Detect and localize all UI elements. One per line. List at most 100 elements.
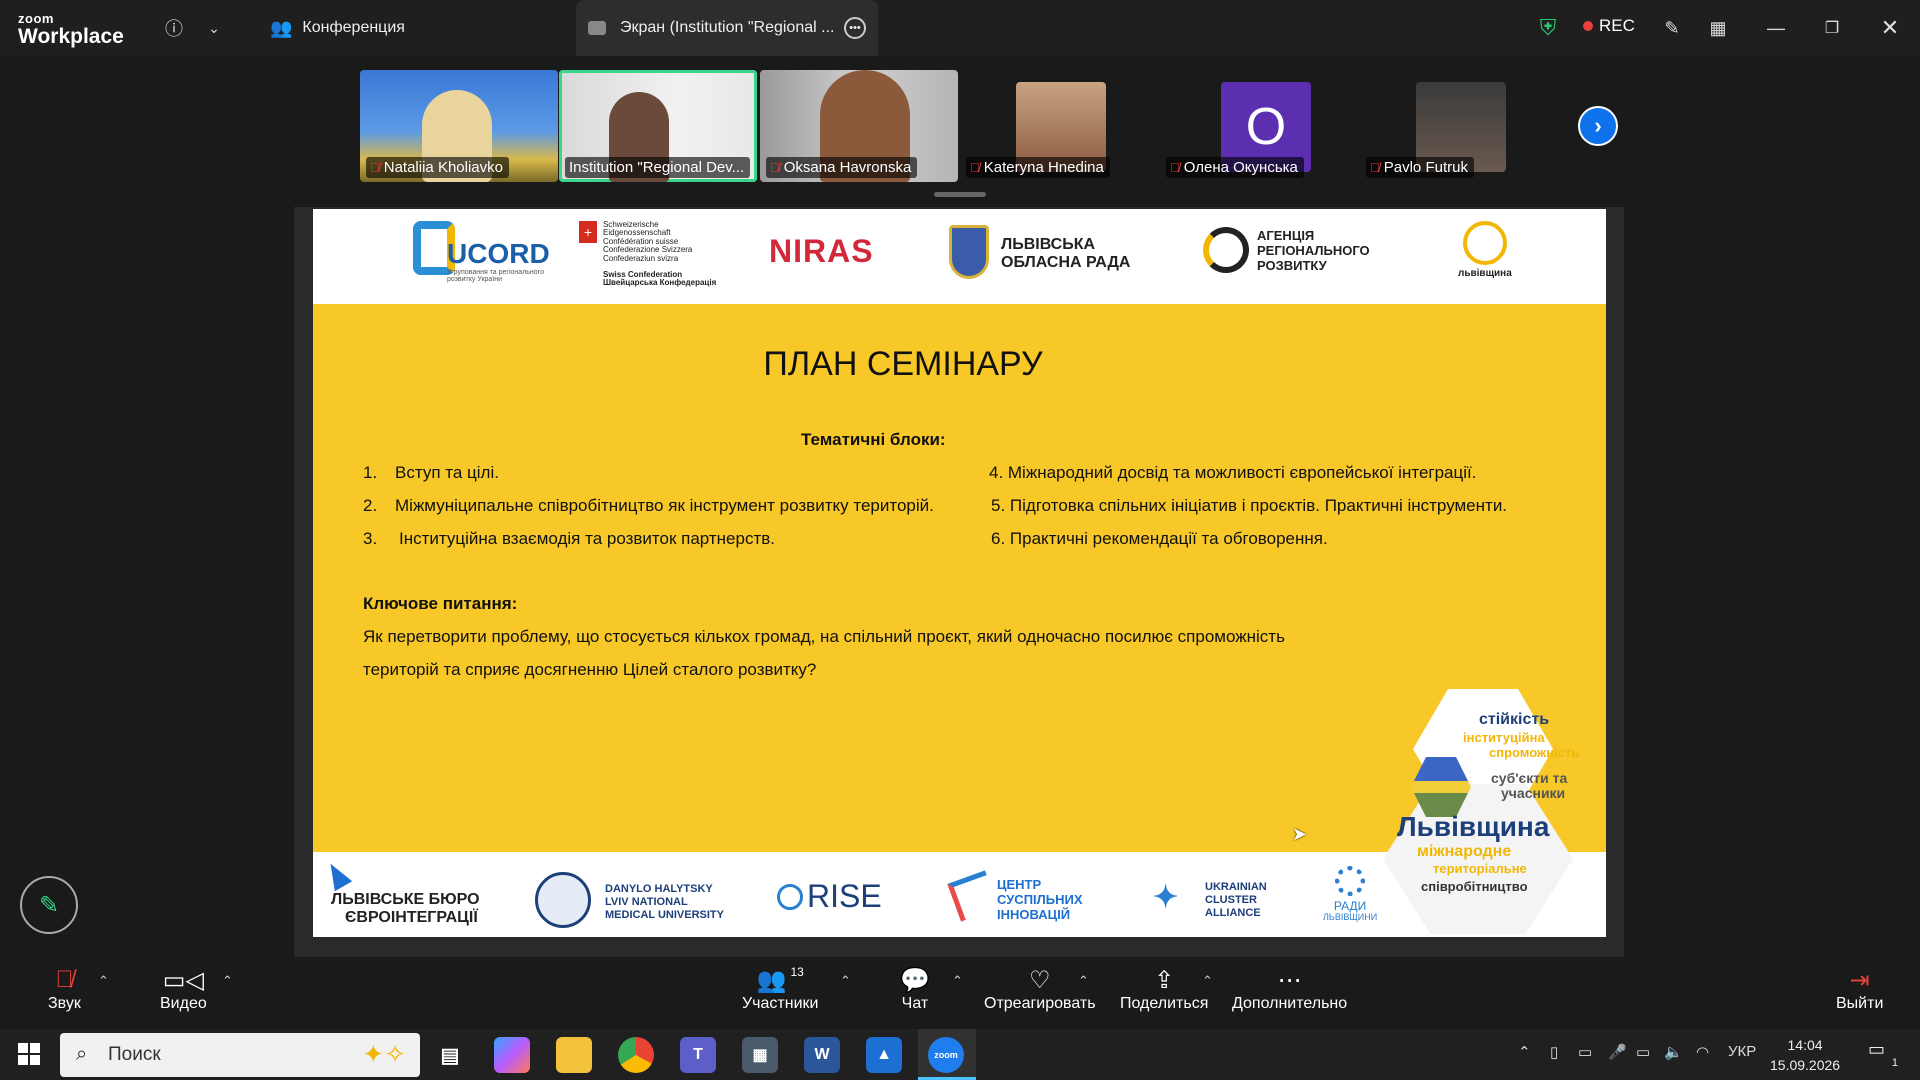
recording-indicator[interactable]: REC: [1583, 16, 1635, 36]
hex-word: суб'єкти та: [1491, 770, 1568, 786]
share-button[interactable]: ⇪ Поделиться: [1120, 965, 1208, 1013]
remote-desktop-icon[interactable]: ▲: [866, 1037, 902, 1073]
key-question-line: територій та сприяє досягненню Цілей ста…: [363, 660, 817, 679]
agenda-item-left: 3. Інституційна взаємодія та розвиток пар…: [363, 529, 775, 549]
lvivshchyna-text: львівщина: [1458, 268, 1512, 279]
lvivshchyna-logo: львівщина: [1458, 221, 1512, 280]
participant-tile[interactable]: O 🎙̸ Олена Окунська: [1160, 70, 1358, 182]
next-page-button[interactable]: ›: [1578, 106, 1618, 146]
cooperation-hex-graphic: стійкість інституційна спроможність суб'…: [1383, 689, 1606, 937]
lviv-rada-line: ОБЛАСНА РАДА: [1001, 254, 1131, 271]
participants-button[interactable]: 👥 13 Участники: [742, 965, 818, 1013]
tab-conference-label: Конференция: [302, 19, 405, 36]
annotate-icon[interactable]: ✎: [1658, 14, 1686, 42]
minimize-icon[interactable]: —: [1762, 14, 1790, 42]
swiss-cross-icon: +: [579, 221, 597, 243]
notifications-button[interactable]: ▭ 1: [1868, 1039, 1898, 1069]
windows-start-icon[interactable]: [18, 1043, 40, 1065]
volume-icon[interactable]: 🔈: [1664, 1043, 1683, 1061]
share-screen-icon: ⇪: [1154, 966, 1175, 994]
participant-tile[interactable]: 🎙̸ Pavlo Futruk: [1360, 70, 1558, 182]
ucord-text: UCORD: [447, 238, 550, 269]
audio-label: Звук: [48, 995, 81, 1012]
video-button[interactable]: ▭◁ Видео: [160, 965, 207, 1013]
brand-bottom: Workplace: [18, 25, 124, 48]
more-options-icon[interactable]: •••: [844, 17, 866, 39]
mic-muted-icon: 🎙̸: [1370, 160, 1380, 175]
participant-strip: 🎙̸ Nataliia Kholiavko Institution "Region…: [0, 56, 1920, 196]
hex-word: спроможність: [1489, 745, 1580, 760]
rec-label: REC: [1599, 16, 1635, 35]
chevron-down-icon[interactable]: ⌄: [200, 14, 228, 42]
windows-taskbar: ⌕ Поиск ✦✧ ▤ T ▦ W ▲ zoom ⌃ ▯ ▭ 🎤 ▭ 🔈 ◠ …: [0, 1029, 1920, 1080]
close-icon[interactable]: ✕: [1876, 14, 1904, 42]
wifi-icon[interactable]: ◠: [1696, 1043, 1709, 1061]
participant-tile-active-speaker[interactable]: Institution "Regional Dev...: [559, 70, 757, 182]
language-indicator[interactable]: УКР: [1728, 1043, 1756, 1060]
start-tile: [30, 1055, 40, 1065]
participant-name: Oksana Havronska: [783, 159, 912, 176]
microphone-icon[interactable]: 🎤: [1608, 1043, 1627, 1061]
word-icon[interactable]: W: [804, 1037, 840, 1073]
security-shield-icon[interactable]: ⛨: [1534, 14, 1562, 42]
swiss-text: Schweizerische Eidgenossenschaft Confédé…: [603, 220, 719, 288]
leave-button[interactable]: ⇥ Выйти: [1836, 965, 1883, 1013]
share-options-caret-icon[interactable]: ⌃: [1202, 973, 1213, 989]
device-icon[interactable]: ▯: [1550, 1043, 1558, 1061]
lviv-coat-of-arms-icon: [949, 225, 989, 279]
layout-grid-icon[interactable]: ▦: [1704, 14, 1732, 42]
chevron-right-icon: ›: [1594, 113, 1602, 138]
audio-button[interactable]: 🎙̸ Звук: [48, 965, 81, 1013]
participant-tile[interactable]: 🎙̸ Oksana Havronska: [760, 70, 958, 182]
participants-options-caret-icon[interactable]: ⌃: [840, 973, 851, 989]
chat-button[interactable]: 💬 Чат: [900, 965, 930, 1013]
lbe-line: ЄВРОІНТЕГРАЦІЇ: [345, 909, 478, 926]
ucord-subtext: Угруповання та регіонального розвитку Ук…: [447, 269, 544, 284]
chrome-icon[interactable]: [618, 1037, 654, 1073]
resize-handle[interactable]: [934, 192, 986, 197]
rady-line: РАДИ: [1333, 899, 1367, 913]
participant-name-tag: 🎙̸ Олена Окунська: [1166, 157, 1304, 178]
tab-screen-share[interactable]: Экран (Institution "Regional ... •••: [576, 0, 878, 56]
sponsor-logos-top: UCORD Угруповання та регіонального розви…: [313, 209, 1606, 304]
annotation-pencil-button[interactable]: ✎: [20, 876, 78, 934]
file-explorer-icon[interactable]: [556, 1037, 592, 1073]
task-view-icon[interactable]: ▤: [432, 1037, 468, 1073]
tray-overflow-chevron-icon[interactable]: ⌃: [1518, 1043, 1531, 1061]
video-camera-icon: ▭◁: [162, 966, 204, 994]
agency-line: АГЕНЦІЯ: [1257, 228, 1315, 243]
participant-tile[interactable]: 🎙̸ Nataliia Kholiavko: [360, 70, 558, 182]
taskbar-search[interactable]: ⌕ Поиск ✦✧: [60, 1033, 420, 1077]
mic-muted-icon: 🎙̸: [1170, 160, 1180, 175]
notification-bubble-icon: ▭: [1868, 1039, 1886, 1059]
calculator-icon[interactable]: ▦: [742, 1037, 778, 1073]
copilot-icon[interactable]: [494, 1037, 530, 1073]
tab-conference[interactable]: 👥 Конференция: [258, 0, 417, 56]
clock-time: 14:04: [1787, 1037, 1823, 1053]
participant-tile[interactable]: 🎙̸ Kateryna Hnedina: [960, 70, 1158, 182]
react-options-caret-icon[interactable]: ⌃: [1078, 973, 1089, 989]
heart-icon: ♡: [1029, 966, 1051, 994]
chat-bubble-icon: 💬: [900, 966, 930, 994]
csi-fan-icon: [947, 870, 999, 922]
meet-now-icon[interactable]: ▭: [1578, 1043, 1592, 1061]
participant-name-tag: Institution "Regional Dev...: [565, 157, 751, 178]
agenda-number: 3.: [363, 529, 378, 548]
clock[interactable]: 14:04 15.09.2026: [1770, 1035, 1840, 1076]
chat-label: Чат: [901, 995, 929, 1012]
teams-icon[interactable]: T: [680, 1037, 716, 1073]
info-icon[interactable]: ⓘ: [160, 14, 188, 42]
search-icon: ⌕: [76, 1043, 88, 1065]
battery-icon[interactable]: ▭: [1636, 1043, 1650, 1061]
video-options-caret-icon[interactable]: ⌃: [222, 973, 233, 989]
restore-icon[interactable]: ❐: [1818, 14, 1846, 42]
chat-options-caret-icon[interactable]: ⌃: [952, 973, 963, 989]
title-bar: zoom Workplace ⓘ ⌄ 👥 Конференция Экран (…: [0, 0, 1920, 56]
agenda-item-right: 4. Міжнародний досвід та можливості євро…: [989, 463, 1477, 482]
hex-word: співробітництво: [1421, 879, 1528, 894]
more-button[interactable]: ⋯ Дополнительно: [1232, 965, 1347, 1013]
audio-options-caret-icon[interactable]: ⌃: [98, 973, 109, 989]
participants-count: 13: [790, 965, 804, 979]
mic-muted-icon: 🎙̸: [55, 966, 74, 993]
rec-dot-icon: [1583, 21, 1593, 31]
